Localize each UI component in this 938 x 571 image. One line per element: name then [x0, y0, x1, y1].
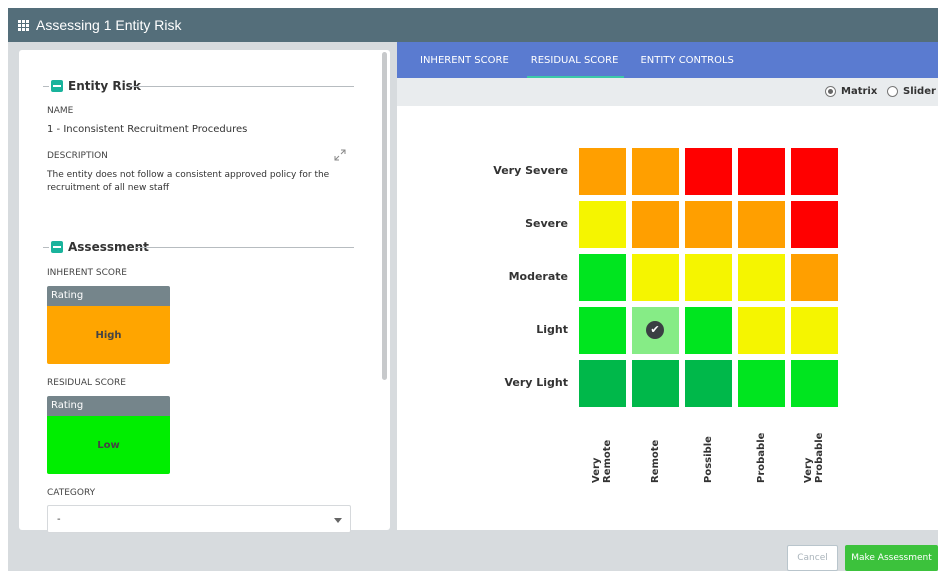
expand-icon[interactable] — [334, 149, 346, 161]
radio-selected-icon[interactable] — [825, 86, 836, 97]
section-divider — [43, 86, 49, 87]
tab-entity-controls[interactable]: ENTITY CONTROLS — [630, 42, 743, 78]
matrix-cell[interactable] — [791, 254, 838, 301]
make-assessment-button[interactable]: Make Assessment — [845, 545, 938, 571]
check-icon: ✔ — [646, 321, 664, 339]
matrix-column-label: Probable — [755, 432, 767, 483]
matrix-radio[interactable]: Matrix — [825, 86, 877, 97]
matrix-column-label: Remote — [649, 439, 661, 483]
matrix-column-label: Very Probable — [803, 432, 825, 483]
inherent-rating-card: Rating High — [47, 286, 170, 364]
collapse-icon[interactable] — [51, 80, 63, 92]
matrix-cell[interactable] — [685, 201, 732, 248]
matrix-cell[interactable] — [738, 254, 785, 301]
slider-radio[interactable]: Slider — [887, 86, 936, 97]
tab-inherent-score[interactable]: INHERENT SCORE — [410, 42, 519, 78]
collapse-icon[interactable] — [51, 241, 63, 253]
category-select[interactable]: - — [47, 505, 351, 533]
inherent-score-label: INHERENT SCORE — [47, 268, 127, 278]
section-divider — [43, 247, 49, 248]
matrix-cell[interactable] — [579, 201, 626, 248]
app-window: Assessing 1 Entity Risk Entity Risk NAME… — [0, 0, 938, 571]
inherent-rating-header: Rating — [47, 286, 170, 306]
matrix-column-label: Possible — [702, 436, 714, 483]
matrix-row-label: Very Severe — [493, 164, 568, 177]
name-value: 1 - Inconsistent Recruitment Procedures — [47, 124, 248, 135]
matrix-cell[interactable] — [685, 148, 732, 195]
matrix-row-label: Very Light — [504, 376, 568, 389]
residual-score-label: RESIDUAL SCORE — [47, 378, 126, 388]
description-label: DESCRIPTION — [47, 151, 108, 161]
matrix-cell[interactable] — [738, 307, 785, 354]
section-divider — [130, 86, 354, 87]
residual-rating-value: Low — [47, 416, 170, 474]
category-selected-value: - — [57, 514, 61, 525]
matrix-cell[interactable] — [632, 360, 679, 407]
entity-risk-section-header[interactable]: Entity Risk — [51, 79, 141, 93]
matrix-radio-label: Matrix — [841, 86, 878, 97]
matrix-cell[interactable] — [632, 148, 679, 195]
name-label: NAME — [47, 106, 74, 116]
tab-residual-score[interactable]: RESIDUAL SCORE — [521, 42, 629, 78]
matrix-cell[interactable] — [685, 307, 732, 354]
matrix-cell[interactable] — [738, 360, 785, 407]
radio-unselected-icon[interactable] — [887, 86, 898, 97]
category-label: CATEGORY — [47, 488, 96, 498]
grid-icon — [18, 19, 29, 31]
residual-rating-header: Rating — [47, 396, 170, 416]
matrix-cell[interactable] — [685, 254, 732, 301]
matrix-cell[interactable] — [738, 201, 785, 248]
description-value: The entity does not follow a consistent … — [47, 170, 330, 193]
chevron-down-icon — [334, 518, 342, 523]
title-bar: Assessing 1 Entity Risk — [8, 8, 938, 42]
matrix-cell[interactable] — [791, 307, 838, 354]
matrix-cell[interactable] — [632, 201, 679, 248]
matrix-column-label: Very Remote — [591, 439, 613, 483]
matrix-row-label: Severe — [525, 217, 568, 230]
matrix-cell[interactable] — [791, 201, 838, 248]
window-title: Assessing 1 Entity Risk — [36, 17, 182, 33]
matrix-cell[interactable] — [738, 148, 785, 195]
section-divider — [136, 247, 354, 248]
matrix-cell[interactable] — [579, 148, 626, 195]
matrix-cell[interactable] — [579, 360, 626, 407]
matrix-cell[interactable] — [579, 254, 626, 301]
matrix-cell[interactable] — [791, 360, 838, 407]
matrix-cell[interactable] — [791, 148, 838, 195]
matrix-cell[interactable] — [685, 360, 732, 407]
assessment-section-header[interactable]: Assessment — [51, 240, 149, 254]
details-scrollbar[interactable] — [382, 52, 387, 380]
matrix-row-label: Moderate — [508, 270, 568, 283]
matrix-cell[interactable]: ✔ — [632, 307, 679, 354]
score-tabs: INHERENT SCORE RESIDUAL SCORE ENTITY CON… — [397, 42, 938, 78]
cancel-button[interactable]: Cancel — [787, 545, 838, 571]
slider-radio-label: Slider — [903, 86, 936, 97]
residual-rating-card: Rating Low — [47, 396, 170, 474]
matrix-row-label: Light — [536, 323, 568, 336]
matrix-cell[interactable] — [579, 307, 626, 354]
inherent-rating-value: High — [47, 306, 170, 364]
matrix-cell[interactable] — [632, 254, 679, 301]
